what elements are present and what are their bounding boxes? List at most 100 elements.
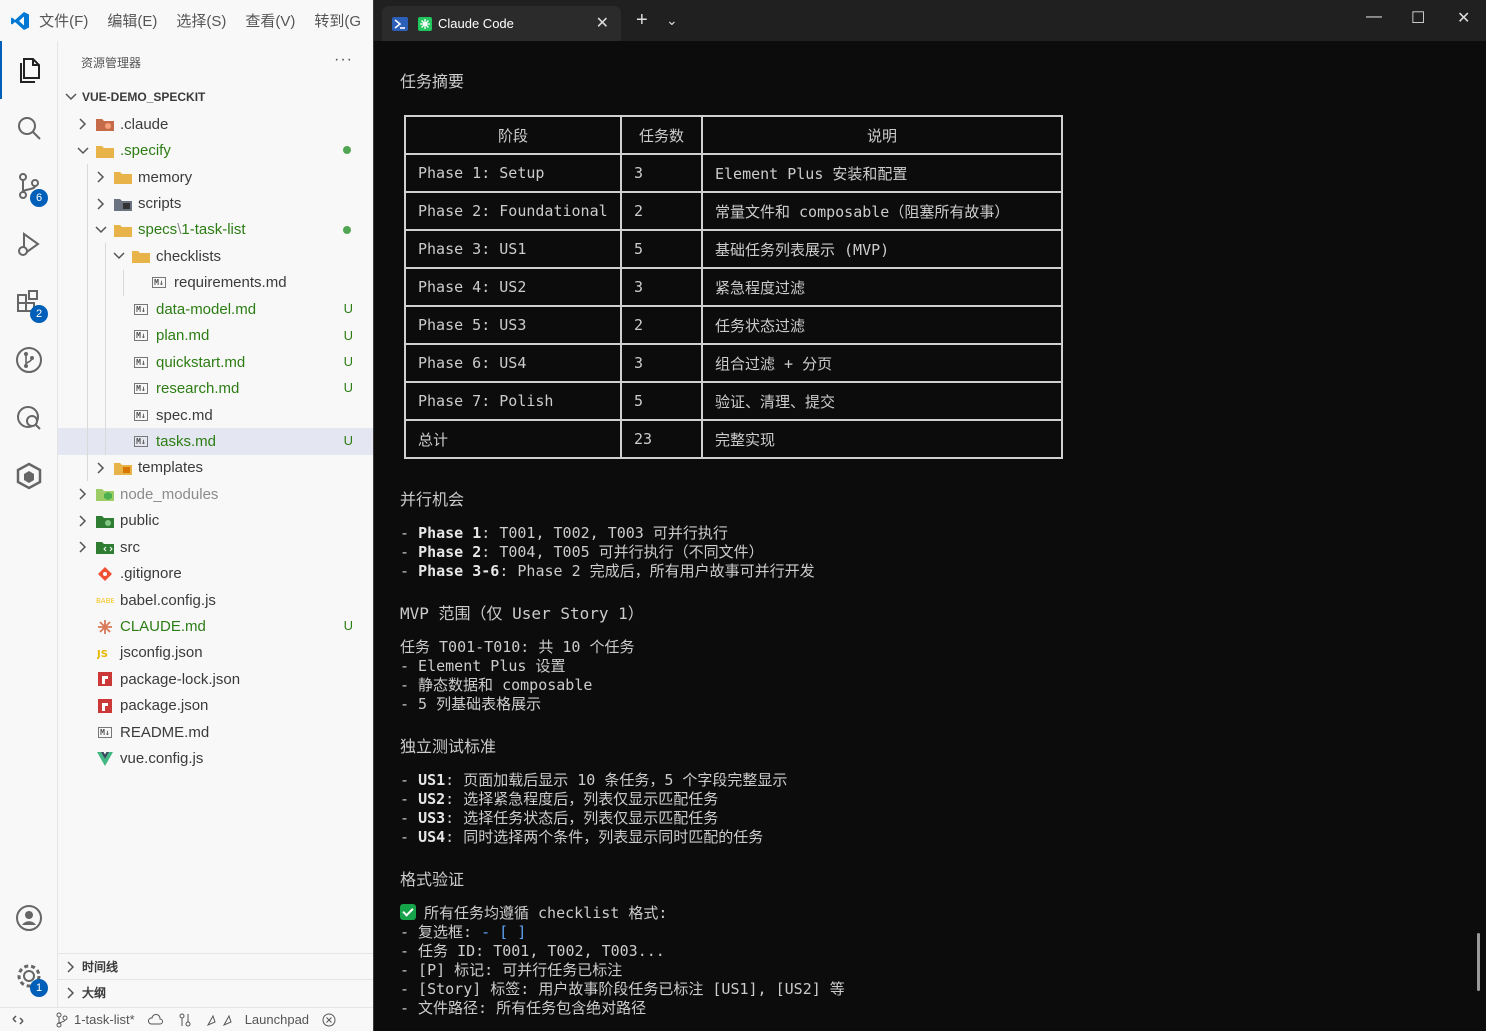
menu-selection[interactable]: 选择(S) [176, 10, 226, 31]
chevron-right-icon[interactable] [76, 117, 90, 131]
file-tree-item[interactable]: src [58, 534, 373, 560]
menu-go[interactable]: 转到(G [314, 10, 361, 31]
file-tree-item[interactable]: package-lock.json [58, 666, 373, 692]
test-item: - US3: 选择任务状态后，列表仅显示匹配任务 [400, 809, 718, 828]
indent-guide [87, 269, 88, 297]
launchpad-button[interactable]: Launchpad [205, 1012, 309, 1028]
file-tree-item[interactable]: M↓ spec.md [58, 401, 373, 429]
close-tab-icon[interactable]: ✕ [596, 13, 609, 33]
parallel-item-key: Phase 3-6 [418, 562, 500, 580]
indent-guide [123, 269, 124, 297]
table-row: Phase 2: Foundational 2 常量文件和 composable（阻… [404, 191, 1063, 231]
git-graph-status-button[interactable] [177, 1012, 193, 1028]
file-tree-item[interactable]: memory [58, 163, 373, 191]
format-item: - [Story] 标签: 用户故事阶段任务已标注 [US1], [US2] 等 [400, 980, 845, 998]
test-item-key: US2 [418, 790, 446, 808]
chevron-down-icon[interactable] [112, 249, 126, 263]
timeline-panel-header[interactable]: 时间线 [58, 953, 373, 979]
folder-icon [132, 248, 150, 264]
branch-indicator[interactable]: 1-task-list* [54, 1012, 135, 1028]
extensions-activity-button[interactable]: 2 [0, 273, 58, 331]
table-header-cell: 阶段 [404, 115, 622, 155]
indent-guide [87, 243, 88, 270]
format-intro: 所有任务均遵循 checklist 格式: [424, 904, 668, 922]
chevron-down-icon[interactable] [76, 144, 90, 158]
file-tree-item[interactable]: package.json [58, 693, 373, 719]
file-tree-item[interactable]: M↓ quickstart.md U [58, 348, 373, 376]
codebuddy-activity-button[interactable] [0, 447, 58, 505]
parallel-item-key: Phase 1 [418, 524, 482, 542]
file-tree-item[interactable]: BABEL babel.config.js [58, 587, 373, 613]
new-tab-button[interactable]: + [636, 9, 648, 32]
extensions-badge: 2 [30, 305, 48, 323]
chevron-right-icon[interactable] [76, 540, 90, 554]
file-tree-item[interactable]: M↓ tasks.md U [58, 428, 373, 455]
git-graph-activity-button[interactable] [0, 331, 58, 389]
chevron-right-icon[interactable] [76, 514, 90, 528]
indent-guide [87, 190, 88, 217]
workspace-root-folder[interactable]: VUE-DEMO_SPECKIT [58, 85, 373, 109]
chevron-right-icon[interactable] [94, 197, 108, 211]
file-tree-label: babel.config.js [120, 591, 216, 609]
run-debug-activity-button[interactable] [0, 215, 58, 273]
manage-activity-button[interactable]: 1 [0, 947, 58, 1005]
accounts-activity-button[interactable] [0, 889, 58, 947]
file-tree-label: specs [138, 221, 178, 239]
problems-indicator[interactable] [321, 1012, 337, 1028]
indent-guide [105, 243, 106, 270]
file-tree-item[interactable]: CLAUDE.md U [58, 613, 373, 639]
file-tree-item[interactable]: specs \ 1-task-list [58, 216, 373, 244]
maximize-button[interactable]: ☐ [1411, 8, 1425, 28]
chevron-right-icon[interactable] [94, 461, 108, 475]
explorer-activity-button[interactable] [0, 41, 58, 99]
chevron-down-icon[interactable] [94, 223, 108, 237]
file-tree-item[interactable]: M↓ requirements.md [58, 269, 373, 297]
parallel-item: - Phase 3-6: Phase 2 完成后，所有用户故事可并行开发 [400, 562, 815, 581]
tab-dropdown-chevron-icon[interactable]: ⌄ [666, 12, 678, 29]
file-tree-item[interactable]: checklists [58, 243, 373, 270]
menu-file[interactable]: 文件(F) [39, 10, 88, 31]
outline-panel-header[interactable]: 大纲 [58, 979, 373, 1005]
terminal-scrollbar[interactable] [1477, 933, 1480, 991]
file-tree-item[interactable]: public [58, 508, 373, 534]
source-control-activity-button[interactable]: 6 [0, 157, 58, 215]
table-cell: 3 [620, 267, 703, 307]
file-tree-item[interactable]: node_modules [58, 481, 373, 507]
menu-view[interactable]: 查看(V) [245, 10, 295, 31]
table-row: Phase 7: Polish 5 验证、清理、提交 [404, 381, 1063, 421]
file-tree-item[interactable]: vue.config.js [58, 746, 373, 772]
close-window-button[interactable]: ✕ [1457, 8, 1470, 28]
table-cell: Phase 1: Setup [404, 153, 622, 193]
sync-button[interactable] [147, 1012, 165, 1028]
more-actions-button[interactable]: ··· [334, 51, 353, 69]
timeline-search-activity-button[interactable] [0, 389, 58, 447]
table-cell: Phase 6: US4 [404, 343, 622, 383]
remote-indicator[interactable] [10, 1012, 26, 1028]
file-tree-item[interactable]: JS jsconfig.json [58, 640, 373, 666]
file-tree-item[interactable]: .gitignore [58, 560, 373, 586]
parallel-heading: 并行机会 [400, 490, 465, 509]
file-tree-item[interactable]: scripts [58, 190, 373, 217]
file-tree-item[interactable]: M↓ data-model.md U [58, 296, 373, 323]
format-item: - 文件路径: 所有任务包含绝对路径 [400, 999, 647, 1017]
file-tree-item[interactable]: .specify [58, 137, 373, 163]
file-tree-item[interactable]: .claude [58, 111, 373, 137]
file-tree-item[interactable]: M↓ plan.md U [58, 322, 373, 349]
file-tree-label: package-lock.json [120, 670, 241, 688]
chevron-right-icon[interactable] [76, 487, 90, 501]
minimize-button[interactable]: — [1366, 8, 1382, 26]
file-tree-label: package.json [120, 697, 209, 715]
file-tree-item[interactable]: M↓ README.md [58, 719, 373, 745]
chevron-right-icon[interactable] [94, 170, 108, 184]
terminal-tab-claude-code[interactable]: Claude Code ✕ [382, 6, 621, 41]
markdown-icon: M↓ [152, 277, 166, 289]
menu-edit[interactable]: 编辑(E) [107, 10, 157, 31]
file-tree-item[interactable]: M↓ research.md U [58, 375, 373, 402]
branch-icon [56, 1012, 68, 1027]
file-tree-label: research.md [156, 380, 240, 398]
file-tree-item[interactable]: templates [58, 454, 373, 482]
table-row: Phase 1: Setup 3 Element Plus 安装和配置 [404, 153, 1063, 193]
task-summary-table: 阶段 任务数 说明 Phase 1: Setup 3 Element Plus 安装… [404, 115, 1063, 459]
terminal-window: Claude Code ✕ + ⌄ — ☐ ✕ 任务摘要 阶段 任务数 说明 P… [373, 0, 1486, 1031]
search-activity-button[interactable] [0, 99, 58, 157]
